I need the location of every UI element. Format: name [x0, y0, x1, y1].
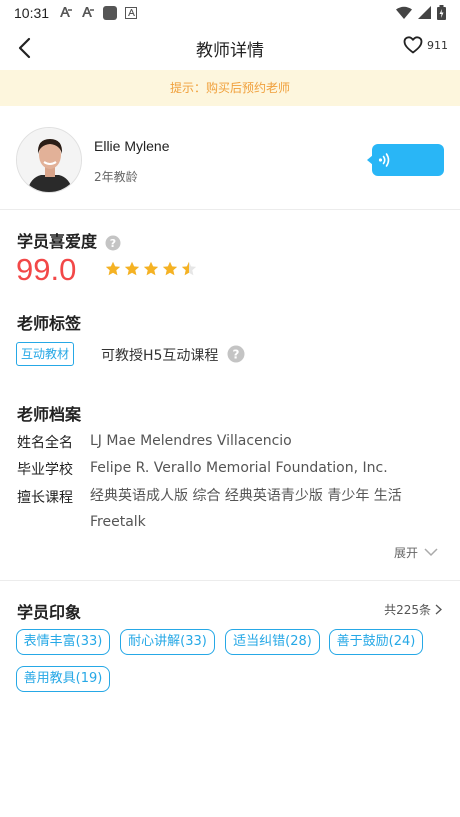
svg-text:?: ? — [109, 237, 115, 250]
chevron-right-icon — [435, 604, 442, 615]
status-bar: 10:31 — [0, 0, 460, 26]
section-divider — [0, 580, 460, 581]
rating-score: 99.0 — [16, 252, 77, 287]
courses-label: 擅长课程 — [17, 490, 73, 506]
star-icon — [162, 261, 178, 276]
battery-icon — [437, 5, 446, 20]
tag-description: 可教授H5互动课程 — [101, 348, 219, 364]
favorite-count: 911 — [427, 38, 448, 52]
star-icon — [105, 261, 121, 276]
status-time: 10:31 — [14, 5, 50, 21]
avatar-photo — [17, 128, 81, 192]
courses-value: 经典英语成人版 综合 经典英语青少版 青少年 生活 Freetalk — [90, 488, 402, 530]
boxed-a-icon — [125, 7, 138, 19]
star-icon — [143, 261, 159, 276]
system-status-icons — [396, 5, 446, 20]
full-name-value: LJ Mae Melendres Villacencio — [90, 433, 292, 449]
school-value: Felipe R. Verallo Memorial Foundation, I… — [90, 460, 388, 476]
impression-tag: 善于鼓励(24) — [329, 629, 423, 655]
app-square-icon — [103, 6, 118, 20]
star-icon — [181, 261, 197, 276]
audio-intro-button[interactable] — [367, 144, 444, 176]
rating-section-title: 学员喜爱度 ? — [17, 228, 121, 252]
rating-stars — [105, 261, 197, 277]
page-title: 教师详情 — [196, 41, 264, 61]
impression-tag: 表情丰富(33) — [16, 629, 110, 655]
heart-icon — [403, 36, 423, 54]
teacher-avatar[interactable] — [16, 127, 82, 193]
tag-badge: 互动教材 — [16, 342, 75, 366]
impressions-total: 共225条 — [384, 603, 431, 617]
notification-icons — [59, 6, 138, 21]
impression-tag: 耐心讲解(33) — [120, 629, 215, 655]
wifi-icon — [396, 6, 412, 19]
help-icon[interactable]: ? — [227, 345, 245, 363]
app-notification-icon — [59, 6, 73, 21]
teacher-experience: 2年教龄 — [94, 170, 138, 184]
signal-icon — [418, 6, 431, 19]
app-notification-icon — [81, 6, 95, 21]
impressions-total-link[interactable]: 共225条 — [384, 601, 442, 618]
impression-tag: 适当纠错(28) — [225, 629, 320, 655]
teacher-card: Ellie Mylene 2年教龄 — [0, 106, 460, 210]
teacher-name: Ellie Mylene — [94, 138, 170, 154]
full-name-label: 姓名全名 — [17, 435, 73, 451]
school-label: 毕业学校 — [17, 462, 73, 478]
sound-wave-icon — [378, 153, 390, 167]
purchase-notice: 提示：购买后预约老师 — [0, 70, 460, 106]
favorite-button[interactable]: 911 — [403, 36, 448, 54]
expand-label: 展开 — [393, 546, 418, 560]
tags-section-title: 老师标签 — [17, 314, 82, 333]
profile-section-title: 老师档案 — [17, 405, 82, 424]
nav-header: 教师详情 911 — [0, 26, 460, 70]
help-icon[interactable]: ? — [105, 235, 121, 251]
star-icon — [124, 261, 140, 276]
rating-title: 学员喜爱度 — [17, 232, 98, 251]
svg-text:?: ? — [233, 348, 240, 362]
impression-tag: 善用教具(19) — [16, 666, 110, 692]
impressions-section-title: 学员印象 — [17, 603, 82, 622]
expand-button[interactable]: 展开 — [394, 544, 438, 561]
chevron-down-icon — [424, 548, 438, 557]
